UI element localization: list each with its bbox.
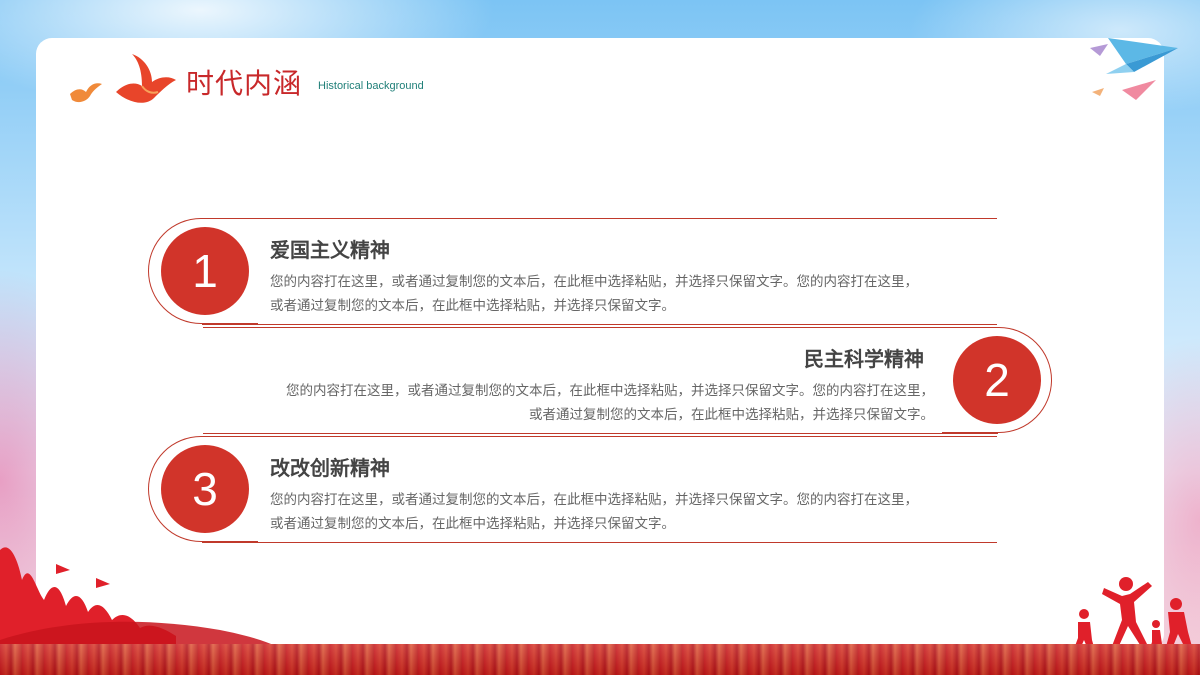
- item-frame-line: [203, 327, 998, 328]
- item-frame-line: [203, 433, 998, 434]
- item-body-line: 或者通过复制您的文本后，在此框中选择粘贴，并选择只保留文字。: [270, 298, 675, 314]
- item-frame-line: [202, 218, 997, 219]
- number-badge: 2: [953, 336, 1041, 424]
- item-heading: 民主科学精神: [804, 347, 924, 371]
- list-item-2: 2 民主科学精神 您的内容打在这里，或者通过复制您的文本后，在此框中选择粘贴，并…: [202, 327, 1052, 435]
- item-body-line: 您的内容打在这里，或者通过复制您的文本后，在此框中选择粘贴，并选择只保留文字。您…: [270, 274, 918, 290]
- list-item-3: 3 改改创新精神 您的内容打在这里，或者通过复制您的文本后，在此框中选择粘贴，并…: [148, 436, 998, 544]
- item-frame-line: [202, 542, 997, 543]
- runners-silhouette-icon: [1072, 577, 1194, 654]
- page-subtitle: Historical background: [318, 80, 424, 92]
- small-dove-icon: [70, 83, 102, 103]
- item-body-line: 或者通过复制您的文本后，在此框中选择粘贴，并选择只保留文字。: [270, 516, 675, 532]
- item-frame-line: [202, 436, 997, 437]
- item-body: 您的内容打在这里，或者通过复制您的文本后，在此框中选择粘贴，并选择只保留文字。您…: [270, 488, 1010, 536]
- number-badge: 1: [161, 227, 249, 315]
- paper-plane-icon: [1090, 38, 1178, 100]
- bottom-band-shade: [0, 644, 1200, 675]
- item-body-line: 您的内容打在这里，或者通过复制您的文本后，在此框中选择粘贴，并选择只保留文字。您…: [286, 383, 934, 399]
- item-body-line: 您的内容打在这里，或者通过复制您的文本后，在此框中选择粘贴，并选择只保留文字。您…: [270, 492, 918, 508]
- dove-icon: [116, 54, 176, 103]
- list-item-1: 1 爱国主义精神 您的内容打在这里，或者通过复制您的文本后，在此框中选择粘贴，并…: [148, 218, 998, 326]
- item-body-line: 或者通过复制您的文本后，在此框中选择粘贴，并选择只保留文字。: [529, 407, 934, 423]
- item-body: 您的内容打在这里，或者通过复制您的文本后，在此框中选择粘贴，并选择只保留文字。您…: [270, 270, 1010, 318]
- item-heading: 爱国主义精神: [270, 238, 390, 262]
- page-title: 时代内涵: [186, 67, 303, 100]
- item-heading: 改改创新精神: [270, 456, 390, 480]
- item-frame-line: [202, 324, 997, 325]
- number-badge: 3: [161, 445, 249, 533]
- item-body: 您的内容打在这里，或者通过复制您的文本后，在此框中选择粘贴，并选择只保留文字。您…: [194, 379, 934, 427]
